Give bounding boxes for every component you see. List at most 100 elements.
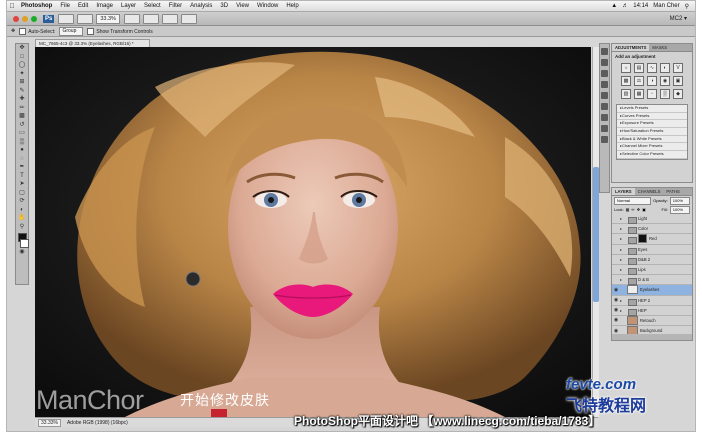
3d-orbit-tool-icon[interactable]: ◐ xyxy=(18,206,27,215)
menu-layer[interactable]: Layer xyxy=(117,3,140,9)
menu-app[interactable]: Photoshop xyxy=(17,3,56,9)
pen-tool-icon[interactable]: ✒ xyxy=(18,163,27,172)
posterize-icon[interactable]: ▦ xyxy=(634,89,644,99)
auto-select-dropdown[interactable]: Group xyxy=(59,26,84,36)
eraser-tool-icon[interactable]: ▭ xyxy=(18,129,27,138)
expand-triangle-icon[interactable]: ▸ xyxy=(620,216,625,221)
exposure-icon[interactable]: ◐ xyxy=(660,63,670,73)
brushes-panel-icon[interactable] xyxy=(601,70,608,77)
minibridge-button[interactable] xyxy=(77,13,94,24)
tool-presets-panel-icon[interactable] xyxy=(601,136,608,143)
layer-group-eyes[interactable]: ◉▸ Eyes xyxy=(612,245,692,255)
color-balance-icon[interactable]: ⚖ xyxy=(634,76,644,86)
invert-icon[interactable]: ▧ xyxy=(621,89,631,99)
visibility-eye-icon[interactable]: ◉ xyxy=(612,226,620,232)
vibrance-icon[interactable]: V xyxy=(673,63,683,73)
visibility-eye-icon[interactable]: ◉ xyxy=(612,307,620,313)
clone-source-panel-icon[interactable] xyxy=(601,81,608,88)
expand-triangle-icon[interactable]: ▸ xyxy=(620,226,625,231)
tab-paths[interactable]: PATHS xyxy=(663,188,682,195)
visibility-eye-icon[interactable]: ◉ xyxy=(612,256,620,262)
zoom-button[interactable] xyxy=(31,15,37,22)
auto-select-option[interactable]: Auto-Select: xyxy=(19,27,55,35)
visibility-eye-icon[interactable]: ◉ xyxy=(612,267,620,273)
hue-saturation-icon[interactable]: ▩ xyxy=(621,76,631,86)
layer-retouch[interactable]: ◉ Retouch xyxy=(612,315,692,327)
preset-curves[interactable]: Curves Presets xyxy=(617,113,687,121)
visibility-eye-icon[interactable]: ◉ xyxy=(612,246,620,252)
history-brush-tool-icon[interactable]: ↺ xyxy=(18,121,27,130)
expand-triangle-icon[interactable]: ▸ xyxy=(620,236,625,241)
shape-tool-icon[interactable]: ▢ xyxy=(18,189,27,198)
expand-triangle-icon[interactable]: ▸ xyxy=(620,277,625,282)
layer-group-color[interactable]: ◉▸ Color xyxy=(612,224,692,235)
eyedropper-tool-icon[interactable]: ✎ xyxy=(18,87,27,96)
move-tool-icon[interactable]: ✥ xyxy=(18,44,27,53)
blur-tool-icon[interactable]: ● xyxy=(18,146,27,155)
expand-triangle-icon[interactable]: ▸ xyxy=(620,267,625,272)
menu-image[interactable]: Image xyxy=(92,3,117,9)
move-tool-icon[interactable]: ✥ xyxy=(11,28,15,34)
layer-thumbnail[interactable] xyxy=(627,315,638,325)
gradient-tool-icon[interactable]: ▒ xyxy=(18,138,27,147)
marquee-tool-icon[interactable]: □ xyxy=(18,53,27,62)
gradient-map-icon[interactable]: ▒ xyxy=(660,89,670,99)
preset-selective-color[interactable]: Selective Color Presets xyxy=(617,151,687,159)
paragraph-panel-icon[interactable] xyxy=(601,103,608,110)
navigator-panel-icon[interactable] xyxy=(601,125,608,132)
healing-brush-tool-icon[interactable]: ✚ xyxy=(18,95,27,104)
quick-mask-icon[interactable]: ◉ xyxy=(18,248,27,257)
hand-tool-button[interactable] xyxy=(123,13,140,24)
menu-window[interactable]: Window xyxy=(253,3,282,9)
character-panel-icon[interactable] xyxy=(601,92,608,99)
status-zoom[interactable]: 33.33% xyxy=(38,419,61,427)
visibility-eye-icon[interactable]: ◉ xyxy=(612,287,620,293)
fill-field[interactable]: 100% xyxy=(669,205,690,214)
expand-triangle-icon[interactable]: ▸ xyxy=(620,308,625,313)
info-panel-icon[interactable] xyxy=(601,114,608,121)
visibility-eye-icon[interactable]: ◉ xyxy=(612,317,620,323)
arrange-documents-button[interactable] xyxy=(161,13,178,24)
lock-transparent-icon[interactable]: ▦ xyxy=(626,207,630,212)
clone-stamp-tool-icon[interactable]: ▩ xyxy=(18,112,27,121)
workspace-switcher[interactable]: MC2 ▾ xyxy=(670,15,687,22)
transform-controls-option[interactable]: Show Transform Controls xyxy=(87,27,153,35)
3d-rotate-tool-icon[interactable]: ⟳ xyxy=(18,197,27,206)
type-tool-icon[interactable]: T xyxy=(18,172,27,181)
lock-all-icon[interactable]: ▣ xyxy=(642,207,646,212)
visibility-eye-icon[interactable]: ◉ xyxy=(612,236,620,242)
menu-filter[interactable]: Filter xyxy=(165,3,186,9)
history-panel-icon[interactable] xyxy=(601,48,608,55)
layer-group-db[interactable]: ◉▸ D & B xyxy=(612,275,692,286)
status-doc-info[interactable]: Adobe RGB (1998) (16bpc) xyxy=(67,418,128,427)
channel-mixer-icon[interactable]: ▣ xyxy=(673,76,683,86)
screen-mode-button[interactable] xyxy=(180,13,197,24)
menu-analysis[interactable]: Analysis xyxy=(186,3,216,9)
visibility-eye-icon[interactable]: ◉ xyxy=(612,297,620,303)
spotlight-icon[interactable]: ⚲ xyxy=(685,3,689,10)
layer-group-lips[interactable]: ◉▸ Lips xyxy=(612,265,692,276)
layer-thumbnail[interactable] xyxy=(627,285,638,295)
expand-triangle-icon[interactable]: ▸ xyxy=(620,257,625,262)
preset-hue-saturation[interactable]: Hue/Saturation Presets xyxy=(617,128,687,136)
lock-position-icon[interactable]: ✥ xyxy=(637,207,640,212)
layer-eyelashes[interactable]: ◉ Eyelashes xyxy=(612,285,692,296)
quick-select-tool-icon[interactable]: ✦ xyxy=(18,70,27,79)
visibility-eye-icon[interactable]: ◉ xyxy=(612,216,620,222)
curves-icon[interactable]: ∿ xyxy=(647,63,657,73)
menu-help[interactable]: Help xyxy=(282,3,302,9)
menu-file[interactable]: File xyxy=(56,3,74,9)
auto-select-checkbox[interactable] xyxy=(19,27,27,35)
transform-controls-checkbox[interactable] xyxy=(87,27,95,35)
preset-channel-mixer[interactable]: Channel Mixer Presets xyxy=(617,143,687,152)
menu-select[interactable]: Select xyxy=(140,3,165,9)
visibility-eye-icon[interactable]: ◉ xyxy=(612,277,620,283)
bridge-button[interactable] xyxy=(58,13,75,24)
black-white-icon[interactable]: ◑ xyxy=(647,76,657,86)
wifi-icon[interactable]: ▲ xyxy=(611,3,617,9)
menu-3d[interactable]: 3D xyxy=(216,3,232,9)
levels-icon[interactable]: ▤ xyxy=(634,63,644,73)
user-name[interactable]: Man Cher xyxy=(653,3,679,9)
tab-masks[interactable]: MASKS xyxy=(649,44,670,51)
tab-channels[interactable]: CHANNELS xyxy=(635,188,664,195)
